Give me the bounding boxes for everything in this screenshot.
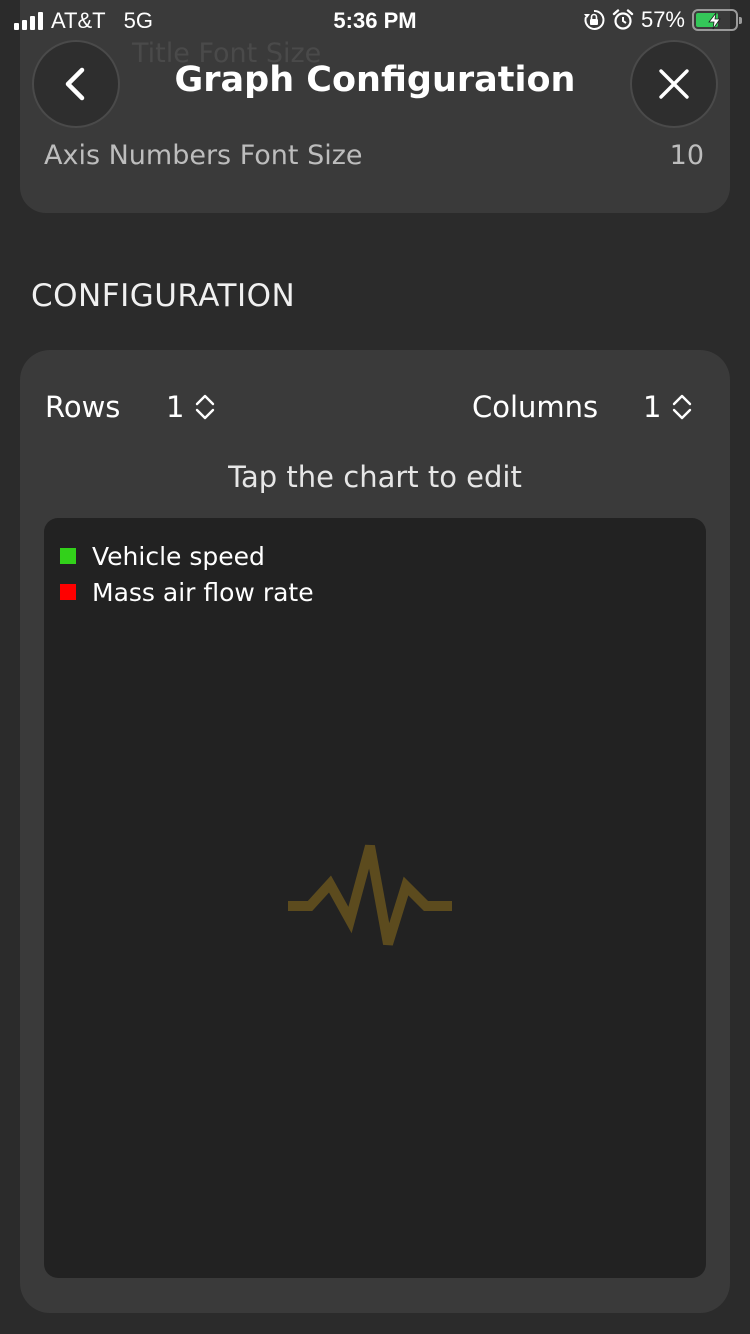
- legend-label-mass-air-flow: Mass air flow rate: [92, 577, 314, 607]
- battery-charging-icon: [692, 9, 742, 31]
- chart-preview[interactable]: Vehicle speed Mass air flow rate: [44, 518, 706, 1278]
- rows-label: Rows: [45, 390, 121, 424]
- close-button[interactable]: [630, 40, 718, 128]
- close-icon: [659, 69, 689, 99]
- chart-legend: Vehicle speed Mass air flow rate: [60, 538, 314, 610]
- alarm-icon: [612, 9, 634, 30]
- pulse-waveform-icon: [288, 844, 452, 946]
- configuration-card: Rows 1 Columns 1 Tap the chart to edit V…: [20, 350, 730, 1313]
- legend-item: Mass air flow rate: [60, 574, 314, 610]
- legend-label-vehicle-speed: Vehicle speed: [92, 541, 265, 571]
- legend-swatch-mass-air-flow: [60, 584, 76, 600]
- configuration-section-title: CONFIGURATION: [31, 278, 296, 314]
- legend-swatch-vehicle-speed: [60, 548, 76, 564]
- status-bar: AT&T 5G 5:36 PM 57%: [0, 0, 750, 40]
- bolt-icon: [708, 12, 721, 30]
- tap-chart-hint: Tap the chart to edit: [228, 460, 522, 494]
- axis-numbers-font-size-label: Axis Numbers Font Size: [44, 140, 363, 171]
- columns-stepper-value[interactable]: 1: [643, 390, 661, 424]
- battery-percent: 57%: [640, 7, 685, 32]
- axis-numbers-font-size-value: 10: [669, 140, 704, 171]
- orientation-lock-icon: [583, 9, 605, 30]
- axis-numbers-font-size-row[interactable]: Axis Numbers Font Size 10: [44, 140, 704, 171]
- legend-item: Vehicle speed: [60, 538, 314, 574]
- columns-stepper-chevrons-icon[interactable]: [671, 393, 693, 421]
- rows-stepper-value[interactable]: 1: [166, 390, 184, 424]
- rows-stepper-chevrons-icon[interactable]: [194, 393, 216, 421]
- columns-label: Columns: [472, 390, 599, 424]
